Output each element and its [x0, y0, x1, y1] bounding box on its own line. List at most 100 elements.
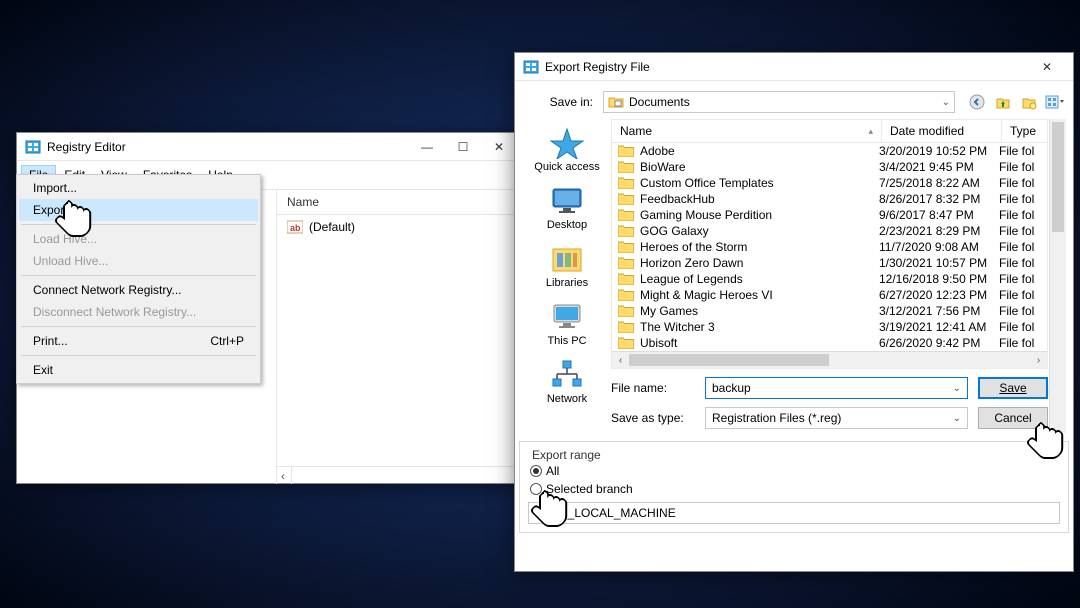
- default-value-row[interactable]: ab (Default): [277, 215, 525, 239]
- file-date: 6/26/2020 9:42 PM: [879, 336, 999, 350]
- back-icon[interactable]: [967, 92, 987, 112]
- close-button[interactable]: ✕: [1029, 56, 1065, 78]
- view-menu-icon[interactable]: [1045, 92, 1065, 112]
- this-pc-icon: [549, 301, 585, 333]
- file-name: BioWare: [640, 160, 686, 174]
- file-name: League of Legends: [640, 272, 743, 286]
- saveas-combo[interactable]: Registration Files (*.reg) ⌄: [705, 407, 968, 429]
- file-type: File fol: [999, 208, 1041, 222]
- export-titlebar[interactable]: Export Registry File ✕: [515, 53, 1073, 81]
- file-type: File fol: [999, 176, 1041, 190]
- scroll-thumb[interactable]: [1052, 122, 1064, 232]
- file-date: 3/19/2021 12:41 AM: [879, 320, 999, 334]
- up-one-level-icon[interactable]: [993, 92, 1013, 112]
- folder-icon: [618, 305, 634, 317]
- file-row[interactable]: Custom Office Templates7/25/2018 8:22 AM…: [612, 175, 1047, 191]
- col-type[interactable]: Type: [1002, 120, 1047, 142]
- menu-import[interactable]: Import...: [19, 177, 258, 199]
- radio-icon: [530, 465, 542, 477]
- col-name-header[interactable]: Name: [277, 190, 525, 215]
- menu-unload-hive: Unload Hive...: [19, 250, 258, 272]
- export-range-legend: Export range: [528, 448, 605, 462]
- file-row[interactable]: The Witcher 33/19/2021 12:41 AMFile fol: [612, 319, 1047, 335]
- radio-all[interactable]: All: [530, 462, 1060, 480]
- file-date: 11/7/2020 9:08 AM: [879, 240, 999, 254]
- branch-path-input[interactable]: HKEY_LOCAL_MACHINE: [528, 502, 1060, 524]
- scroll-right-icon[interactable]: ›: [1030, 352, 1047, 368]
- menu-print[interactable]: Print...Ctrl+P: [19, 330, 258, 352]
- file-row[interactable]: Heroes of the Storm11/7/2020 9:08 AMFile…: [612, 239, 1047, 255]
- filename-label: File name:: [611, 381, 695, 395]
- place-quick-access[interactable]: Quick access: [527, 123, 607, 177]
- folder-icon: [618, 225, 634, 237]
- file-row[interactable]: BioWare 3/4/2021 9:45 PMFile fol: [612, 159, 1047, 175]
- file-row[interactable]: Ubisoft6/26/2020 9:42 PMFile fol: [612, 335, 1047, 351]
- chevron-down-icon: ⌄: [942, 97, 950, 108]
- file-type: File fol: [999, 288, 1041, 302]
- file-row[interactable]: League of Legends12/16/2018 9:50 PMFile …: [612, 271, 1047, 287]
- file-type: File fol: [999, 160, 1041, 174]
- sort-ascending-icon: ▴: [868, 126, 873, 137]
- folder-icon: [618, 193, 634, 205]
- save-in-value: Documents: [629, 95, 690, 109]
- regedit-title: Registry Editor: [47, 140, 409, 154]
- default-value-label: (Default): [309, 220, 355, 234]
- scroll-thumb[interactable]: [629, 354, 829, 366]
- export-range-group: Export range All Selected branch HKEY_LO…: [519, 441, 1069, 533]
- col-date[interactable]: Date modified: [882, 120, 1002, 142]
- saveas-value: Registration Files (*.reg): [712, 411, 841, 425]
- place-network[interactable]: Network: [527, 355, 607, 409]
- file-row[interactable]: My Games3/12/2021 7:56 PMFile fol: [612, 303, 1047, 319]
- file-date: 3/20/2019 10:52 PM: [879, 144, 999, 158]
- folder-icon: [618, 145, 634, 157]
- file-name: Gaming Mouse Perdition: [640, 208, 772, 222]
- file-name: Adobe: [640, 144, 675, 158]
- file-row[interactable]: Horizon Zero Dawn1/30/2021 10:57 PMFile …: [612, 255, 1047, 271]
- horizontal-scrollbar[interactable]: ‹: [275, 466, 525, 483]
- file-type: File fol: [999, 272, 1041, 286]
- file-name: Horizon Zero Dawn: [640, 256, 743, 270]
- menu-exit[interactable]: Exit: [19, 359, 258, 381]
- folder-icon: [618, 257, 634, 269]
- quick-access-icon: [549, 127, 585, 159]
- desktop-icon: [549, 185, 585, 217]
- filename-input[interactable]: backup ⌄: [705, 377, 968, 399]
- minimize-button[interactable]: —: [409, 136, 445, 158]
- scroll-left-icon[interactable]: ‹: [275, 467, 292, 484]
- cancel-button[interactable]: Cancel: [978, 407, 1048, 429]
- maximize-button[interactable]: ☐: [445, 136, 481, 158]
- col-name[interactable]: Name▴: [612, 120, 882, 142]
- file-date: 3/4/2021 9:45 PM: [879, 160, 999, 174]
- folder-icon: [618, 289, 634, 301]
- place-this-pc[interactable]: This PC: [527, 297, 607, 351]
- regedit-icon: [523, 59, 539, 75]
- place-libraries[interactable]: Libraries: [527, 239, 607, 293]
- file-menu-dropdown: Import... Export... Load Hive... Unload …: [16, 174, 261, 384]
- close-button[interactable]: ✕: [481, 136, 517, 158]
- file-name: Custom Office Templates: [640, 176, 774, 190]
- vertical-scrollbar[interactable]: [1049, 119, 1066, 433]
- radio-selected-branch[interactable]: Selected branch: [530, 480, 1060, 498]
- file-row[interactable]: GOG Galaxy2/23/2021 8:29 PMFile fol: [612, 223, 1047, 239]
- save-in-combo[interactable]: Documents ⌄: [603, 91, 955, 113]
- file-list: Name▴ Date modified Type Adobe 3/20/2019 …: [611, 119, 1048, 369]
- file-row[interactable]: Adobe3/20/2019 10:52 PMFile fol: [612, 143, 1047, 159]
- file-date: 6/27/2020 12:23 PM: [879, 288, 999, 302]
- folder-icon: [618, 321, 634, 333]
- file-type: File fol: [999, 240, 1041, 254]
- radio-icon: [530, 483, 542, 495]
- menu-export[interactable]: Export...: [19, 199, 258, 221]
- horizontal-scrollbar[interactable]: ‹ ›: [612, 351, 1047, 368]
- scroll-left-icon[interactable]: ‹: [612, 352, 629, 368]
- place-desktop[interactable]: Desktop: [527, 181, 607, 235]
- regedit-icon: [25, 139, 41, 155]
- new-folder-icon[interactable]: [1019, 92, 1039, 112]
- regedit-titlebar[interactable]: Registry Editor — ☐ ✕: [17, 133, 525, 161]
- file-row[interactable]: Might & Magic Heroes VI6/27/2020 12:23 P…: [612, 287, 1047, 303]
- file-row[interactable]: Gaming Mouse Perdition9/6/2017 8:47 PMFi…: [612, 207, 1047, 223]
- file-name: FeedbackHub: [640, 192, 715, 206]
- file-row[interactable]: FeedbackHub8/26/2017 8:32 PMFile fol: [612, 191, 1047, 207]
- save-button[interactable]: Save: [978, 377, 1048, 399]
- places-bar: Quick access Desktop Libraries This PC N…: [523, 119, 611, 433]
- menu-connect-network[interactable]: Connect Network Registry...: [19, 279, 258, 301]
